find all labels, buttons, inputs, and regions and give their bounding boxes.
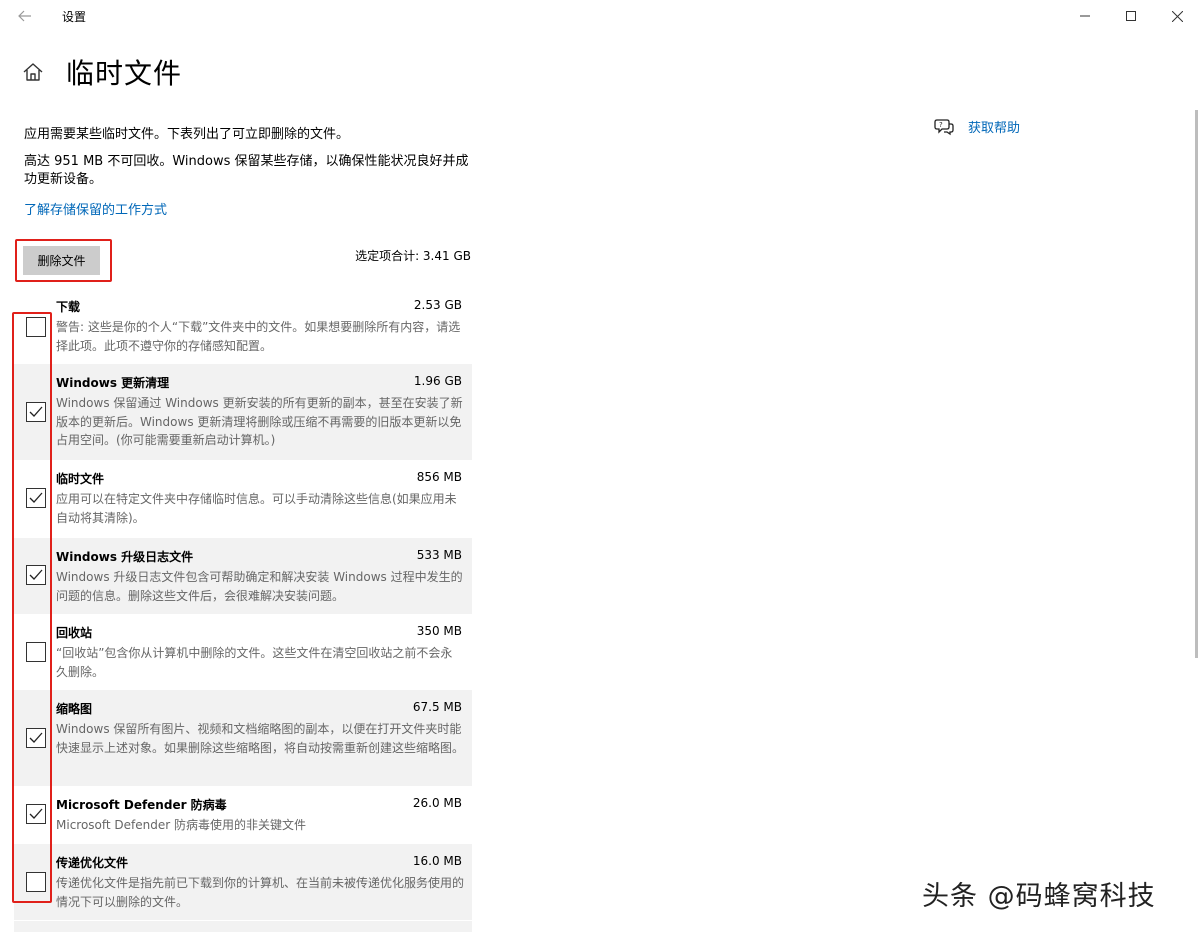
temp-file-item: Windows 升级日志文件 533 MB Windows 升级日志文件包含可帮助确… xyxy=(14,538,472,614)
selected-total: 选定项合计: 3.41 GB xyxy=(355,249,471,263)
item-name: 下载 xyxy=(56,300,81,314)
temp-file-item: 缩略图 67.5 MB Windows 保留所有图片、视频和文档缩略图的副本，以便在… xyxy=(14,690,472,786)
temp-file-item: Windows 更新清理 1.96 GB Windows 保留通过 Windows … xyxy=(14,364,472,460)
item-checkbox[interactable] xyxy=(26,872,46,892)
close-button[interactable] xyxy=(1154,0,1200,32)
learn-reserved-storage-link[interactable]: 了解存储保留的工作方式 xyxy=(24,199,167,218)
maximize-button[interactable] xyxy=(1108,0,1154,32)
back-button[interactable] xyxy=(12,4,38,28)
item-size: 533 MB xyxy=(416,548,462,562)
item-size: 26.0 MB xyxy=(412,796,462,810)
item-name: Microsoft Defender 防病毒 xyxy=(56,798,227,812)
item-description: 应用可以在特定文件夹中存储临时信息。可以手动清除这些信息(如果应用未自动将其清除… xyxy=(56,492,457,525)
item-description: Microsoft Defender 防病毒使用的非关键文件 xyxy=(56,818,307,832)
minimize-button[interactable] xyxy=(1062,0,1108,32)
page-title: 临时文件 xyxy=(66,57,183,90)
arrow-left-icon xyxy=(18,10,31,22)
temp-file-item: 传递优化文件 16.0 MB 传递优化文件是指先前已下载到你的计算机、在当前未被传递… xyxy=(14,844,472,920)
get-help-link[interactable]: ? 获取帮助 xyxy=(934,117,1020,136)
checkmark-icon xyxy=(29,406,43,417)
intro-text: 应用需要某些临时文件。下表列出了可立即删除的文件。 xyxy=(24,127,350,142)
item-name: Windows 升级日志文件 xyxy=(56,550,194,564)
temp-file-item: 回收站 350 MB “回收站”包含你从计算机中删除的文件。这些文件在清空回收站之前… xyxy=(14,614,472,690)
item-size: 1.96 GB xyxy=(413,374,462,388)
item-checkbox[interactable] xyxy=(26,728,46,748)
close-icon xyxy=(1171,10,1183,22)
maximize-icon xyxy=(1126,11,1136,21)
item-size: 856 MB xyxy=(416,470,462,484)
svg-text:?: ? xyxy=(939,121,943,129)
title-bar: 设置 xyxy=(0,0,1200,32)
list-item-partial xyxy=(14,921,472,932)
minimize-icon xyxy=(1080,15,1090,17)
home-button[interactable] xyxy=(22,62,46,84)
item-size: 350 MB xyxy=(416,624,462,638)
checkmark-icon xyxy=(29,492,43,503)
item-description: Windows 保留通过 Windows 更新安装的所有更新的副本，甚至在安装了… xyxy=(56,396,463,447)
item-name: 回收站 xyxy=(56,626,93,640)
temp-file-list: 下载 2.53 GB 警告: 这些是你的个人“下载”文件夹中的文件。如果想要删除所有… xyxy=(14,288,472,920)
delete-files-button[interactable]: 删除文件 xyxy=(23,246,100,275)
chat-help-icon: ? xyxy=(934,118,954,135)
item-checkbox[interactable] xyxy=(26,402,46,422)
item-description: Windows 升级日志文件包含可帮助确定和解决安装 Windows 过程中发生… xyxy=(56,570,463,603)
reserved-storage-text: 高达 951 MB 不可回收。Windows 保留某些存储，以确保性能状况良好并… xyxy=(24,154,469,187)
watermark: 头条 @码蜂窝科技 xyxy=(922,881,1156,912)
item-description: “回收站”包含你从计算机中删除的文件。这些文件在清空回收站之前不会永久删除。 xyxy=(56,646,453,679)
get-help-label: 获取帮助 xyxy=(968,121,1021,136)
item-checkbox[interactable] xyxy=(26,488,46,508)
item-checkbox[interactable] xyxy=(26,565,46,585)
item-size: 2.53 GB xyxy=(413,298,462,312)
checkmark-icon xyxy=(29,808,43,819)
home-icon xyxy=(23,63,43,81)
item-description: 警告: 这些是你的个人“下载”文件夹中的文件。如果想要删除所有内容，请选择此项。… xyxy=(56,320,461,353)
item-name: 临时文件 xyxy=(56,472,105,486)
checkmark-icon xyxy=(29,732,43,743)
item-size: 16.0 MB xyxy=(412,854,462,868)
item-name: 传递优化文件 xyxy=(56,856,129,870)
item-name: Windows 更新清理 xyxy=(56,376,170,390)
item-description: Windows 保留所有图片、视频和文档缩略图的副本，以便在打开文件夹时能快速显… xyxy=(56,722,465,755)
app-title: 设置 xyxy=(62,10,87,24)
temp-file-item: Microsoft Defender 防病毒 26.0 MB Microsoft D… xyxy=(14,786,472,844)
item-size: 67.5 MB xyxy=(412,700,462,714)
scrollbar[interactable] xyxy=(1195,110,1198,658)
temp-file-item: 临时文件 856 MB 应用可以在特定文件夹中存储临时信息。可以手动清除这些信息(如… xyxy=(14,460,472,538)
item-name: 缩略图 xyxy=(56,702,93,716)
item-checkbox[interactable] xyxy=(26,804,46,824)
checkmark-icon xyxy=(29,569,43,580)
item-checkbox[interactable] xyxy=(26,642,46,662)
item-checkbox[interactable] xyxy=(26,317,46,337)
temp-file-item: 下载 2.53 GB 警告: 这些是你的个人“下载”文件夹中的文件。如果想要删除所有… xyxy=(14,288,472,364)
item-description: 传递优化文件是指先前已下载到你的计算机、在当前未被传递优化服务使用的情况下可以删… xyxy=(56,876,465,909)
